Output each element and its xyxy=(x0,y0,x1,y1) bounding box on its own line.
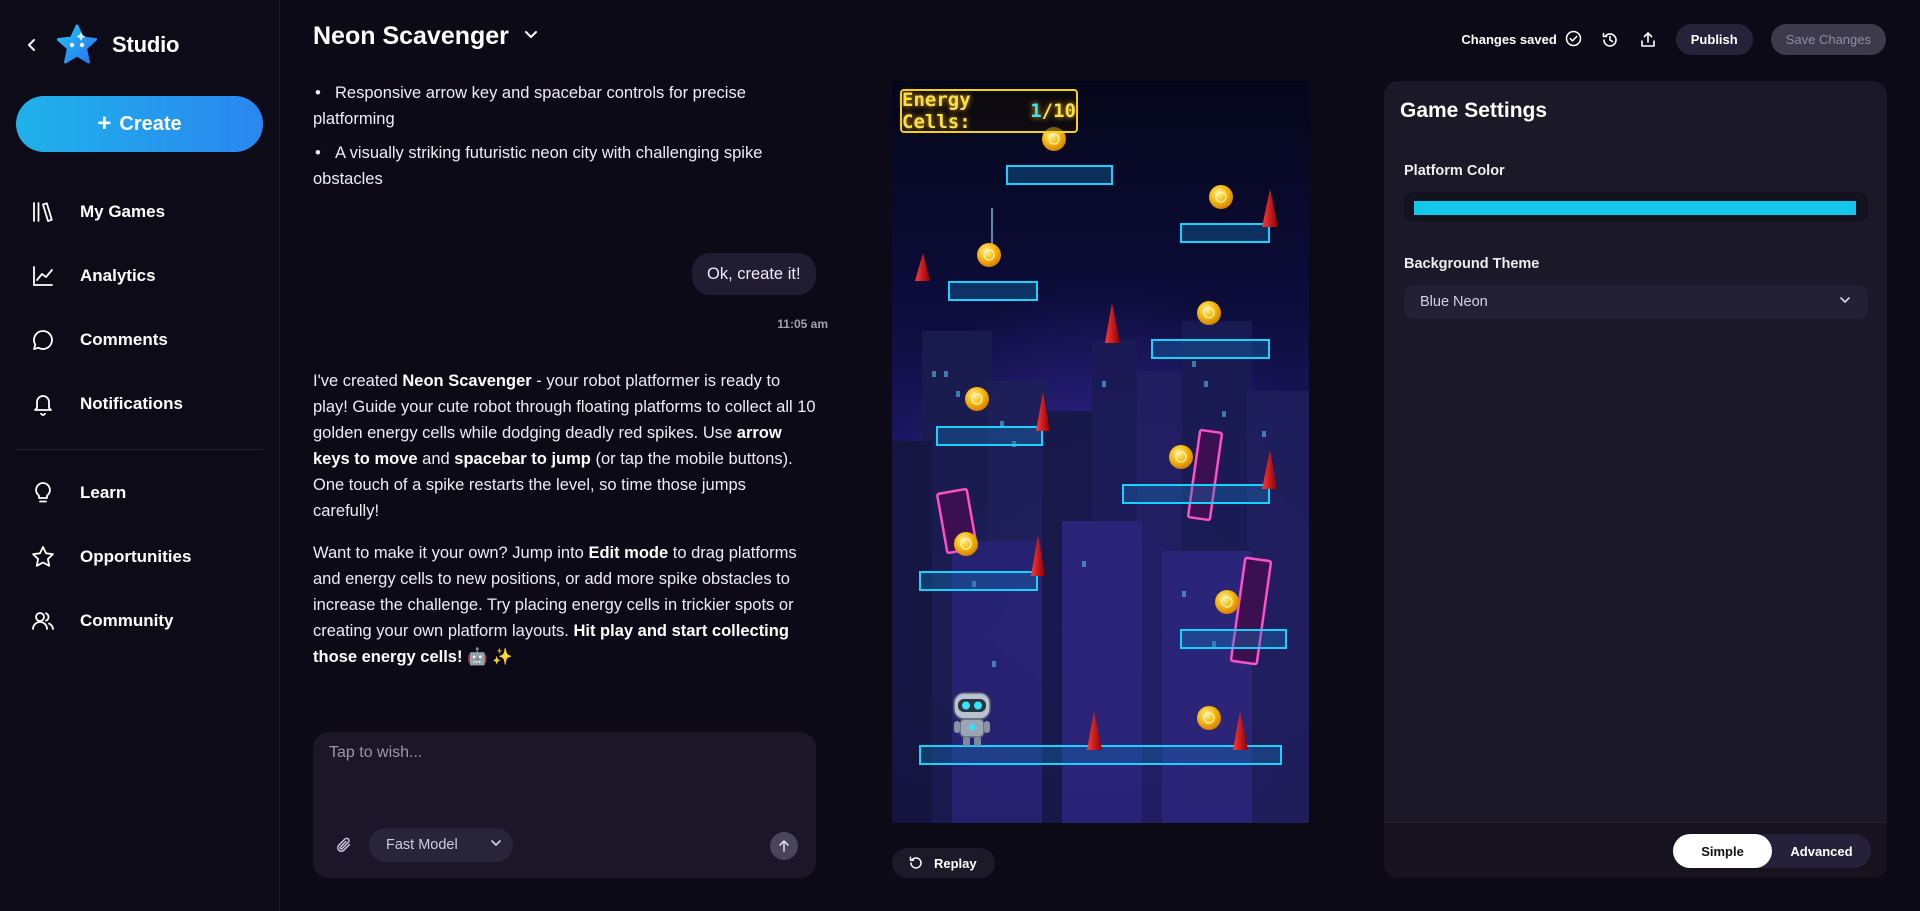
chat-bubble-icon xyxy=(33,330,53,350)
library-icon xyxy=(33,202,53,222)
energy-cells-counter: Energy Cells: 1/10 xyxy=(900,89,1078,133)
reply-bold: spacebar to jump xyxy=(454,450,591,468)
save-status-text: Changes saved xyxy=(1461,32,1557,47)
brand: Studio xyxy=(22,22,179,68)
share-icon[interactable] xyxy=(1638,30,1658,50)
sidebar-item-label: Community xyxy=(80,611,174,630)
settings-footer: Simple Advanced xyxy=(1384,822,1887,878)
replay-icon xyxy=(909,856,922,869)
create-button[interactable]: + Create xyxy=(16,96,263,152)
primary-nav: My Games Analytics Comments Notification… xyxy=(0,180,280,436)
check-circle-icon xyxy=(1565,30,1582,50)
create-label: Create xyxy=(119,112,182,135)
page-title: Neon Scavenger xyxy=(313,22,509,50)
sidebar-item-community[interactable]: Community xyxy=(0,589,280,653)
replay-button[interactable]: Replay xyxy=(892,848,995,878)
game-title-dropdown[interactable]: Neon Scavenger xyxy=(313,22,539,51)
reply-bold: Edit mode xyxy=(588,544,669,562)
replay-label: Replay xyxy=(934,855,977,871)
sidebar-item-comments[interactable]: Comments xyxy=(0,308,280,372)
header-actions: Changes saved Publish Save Changes xyxy=(1461,24,1886,55)
sidebar-item-label: Comments xyxy=(80,330,168,349)
publish-button[interactable]: Publish xyxy=(1675,24,1753,55)
background-theme-label: Background Theme xyxy=(1404,256,1540,272)
plus-icon: + xyxy=(97,110,112,137)
game-scene xyxy=(892,127,1309,823)
sidebar-item-analytics[interactable]: Analytics xyxy=(0,244,280,308)
platform-color-swatch xyxy=(1414,201,1856,215)
studio-app: Studio + Create My Games Analytics Comme… xyxy=(0,0,1920,911)
score-total: 10 xyxy=(1053,100,1076,122)
chevron-down-icon xyxy=(523,26,539,47)
chevron-down-icon xyxy=(490,837,502,853)
sidebar: Studio + Create My Games Analytics Comme… xyxy=(0,0,280,911)
users-icon xyxy=(32,612,54,630)
chat-thread: • Responsive arrow key and spacebar contr… xyxy=(313,80,828,666)
prompt-input[interactable] xyxy=(329,744,799,814)
studio-logo-icon xyxy=(56,24,98,66)
brand-name: Studio xyxy=(112,32,180,57)
send-button[interactable] xyxy=(770,832,798,860)
reply-paragraph: Want to make it your own? Jump into Edit… xyxy=(313,540,816,670)
chart-line-icon xyxy=(33,266,53,286)
model-select[interactable]: Fast Model xyxy=(369,828,513,862)
lightbulb-icon xyxy=(35,482,51,503)
bell-icon xyxy=(34,395,52,416)
reply-emoji: 🤖 ✨ xyxy=(462,648,513,666)
reply-text: Want to make it your own? Jump into xyxy=(313,544,589,562)
game-settings-panel: Game Settings Platform Color Background … xyxy=(1384,81,1887,878)
sidebar-item-label: Analytics xyxy=(80,266,156,285)
sidebar-item-notifications[interactable]: Notifications xyxy=(0,372,280,436)
user-message-bubble: Ok, create it! xyxy=(692,253,816,295)
list-item: • A visually striking futuristic neon cit… xyxy=(313,144,763,188)
sidebar-item-learn[interactable]: Learn xyxy=(0,461,280,525)
reply-text: I've created xyxy=(313,372,403,390)
reply-text: and xyxy=(417,450,455,468)
mode-simple-button[interactable]: Simple xyxy=(1673,834,1772,868)
platform-color-label: Platform Color xyxy=(1404,163,1505,179)
sidebar-item-label: My Games xyxy=(80,202,166,221)
save-changes-button[interactable]: Save Changes xyxy=(1770,24,1886,55)
score-collected: 1 xyxy=(1030,100,1042,122)
mode-toggle: Simple Advanced xyxy=(1673,834,1871,868)
platform-color-picker[interactable] xyxy=(1404,192,1868,222)
star-icon xyxy=(32,546,54,567)
reply-bold: Neon Scavenger xyxy=(402,372,532,390)
arrow-up-icon xyxy=(779,840,789,852)
history-icon[interactable] xyxy=(1600,30,1620,50)
settings-title: Game Settings xyxy=(1400,99,1548,122)
list-item-text: A visually striking futuristic neon city… xyxy=(313,144,763,188)
list-item: • Responsive arrow key and spacebar contr… xyxy=(313,84,746,128)
model-select-value: Fast Model xyxy=(386,837,458,853)
paperclip-icon[interactable] xyxy=(331,832,357,858)
secondary-nav: Learn Opportunities Community xyxy=(0,461,280,653)
mode-advanced-button[interactable]: Advanced xyxy=(1772,834,1871,868)
feature-list: • Responsive arrow key and spacebar contr… xyxy=(313,80,816,192)
chevron-left-icon[interactable] xyxy=(22,35,42,55)
background-theme-value: Blue Neon xyxy=(1420,294,1488,310)
prompt-composer: Fast Model xyxy=(313,732,816,878)
sidebar-item-label: Learn xyxy=(80,483,127,502)
game-preview[interactable]: Energy Cells: 1/10 xyxy=(892,81,1309,823)
assistant-message: I've created Neon Scavenger - your robot… xyxy=(313,368,816,686)
score-label: Energy Cells: xyxy=(902,89,971,133)
reply-paragraph: I've created Neon Scavenger - your robot… xyxy=(313,368,816,524)
list-item-text: Responsive arrow key and spacebar contro… xyxy=(313,84,746,128)
sidebar-item-my-games[interactable]: My Games xyxy=(0,180,280,244)
message-timestamp: 11:05 am xyxy=(777,317,828,331)
background-theme-select[interactable]: Blue Neon xyxy=(1404,285,1868,319)
score-separator: / xyxy=(1041,100,1054,122)
chevron-down-icon xyxy=(1838,293,1852,311)
sidebar-item-opportunities[interactable]: Opportunities xyxy=(0,525,280,589)
sidebar-item-label: Opportunities xyxy=(80,547,192,566)
save-status: Changes saved xyxy=(1461,30,1582,50)
sidebar-divider xyxy=(16,449,263,450)
sidebar-item-label: Notifications xyxy=(80,394,183,413)
